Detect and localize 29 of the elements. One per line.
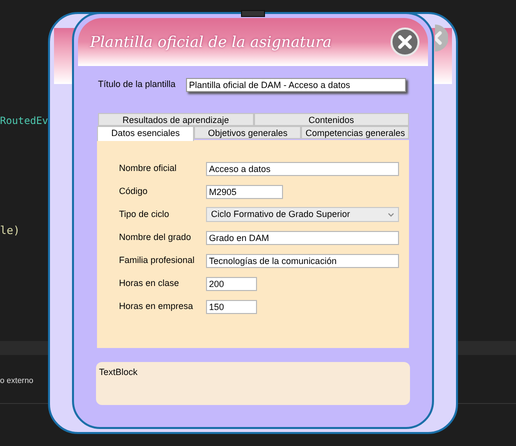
field-label: Código	[119, 184, 149, 198]
code-line: le)	[0, 223, 20, 239]
tab[interactable]: Resultados de aprendizaje	[98, 113, 254, 126]
field-label: Horas en empresa	[119, 300, 194, 313]
field-label: Título de la plantilla	[98, 78, 177, 92]
input-field[interactable]: Plantilla oficial de DAM - Acceso a datos	[186, 78, 406, 92]
input-field[interactable]: M2905	[206, 184, 283, 198]
field-label: Tipo de ciclo	[119, 208, 170, 221]
input-field[interactable]: 150	[206, 300, 257, 314]
field-label: Horas en clase	[119, 276, 180, 290]
window-title: Plantilla oficial de la asignatura	[90, 32, 332, 53]
status-text: o externo	[0, 375, 34, 387]
field-label: Nombre del grado	[119, 230, 192, 244]
dropdown[interactable]: Ciclo Formativo de Grado Superior	[206, 207, 399, 222]
input-field[interactable]: 200	[206, 276, 257, 290]
tab[interactable]: Contenidos	[254, 113, 409, 126]
input-field[interactable]: Tecnologías de la comunicación	[206, 254, 399, 268]
tab[interactable]: Competencias generales	[301, 126, 409, 139]
field-label: Familia profesional	[119, 254, 196, 267]
field-label: Nombre oficial	[119, 162, 178, 175]
chevron-down-icon	[388, 212, 394, 216]
input-field[interactable]: Acceso a datos	[206, 162, 399, 176]
text-block: TextBlock	[96, 362, 410, 405]
code-line: RoutedEv	[0, 115, 48, 129]
tab[interactable]: Objetivos generales	[194, 126, 302, 139]
tab[interactable]: Datos esenciales	[97, 126, 194, 141]
drag-handle[interactable]	[241, 10, 265, 17]
input-field[interactable]: Grado en DAM	[206, 230, 399, 244]
close-icon[interactable]	[390, 27, 420, 57]
